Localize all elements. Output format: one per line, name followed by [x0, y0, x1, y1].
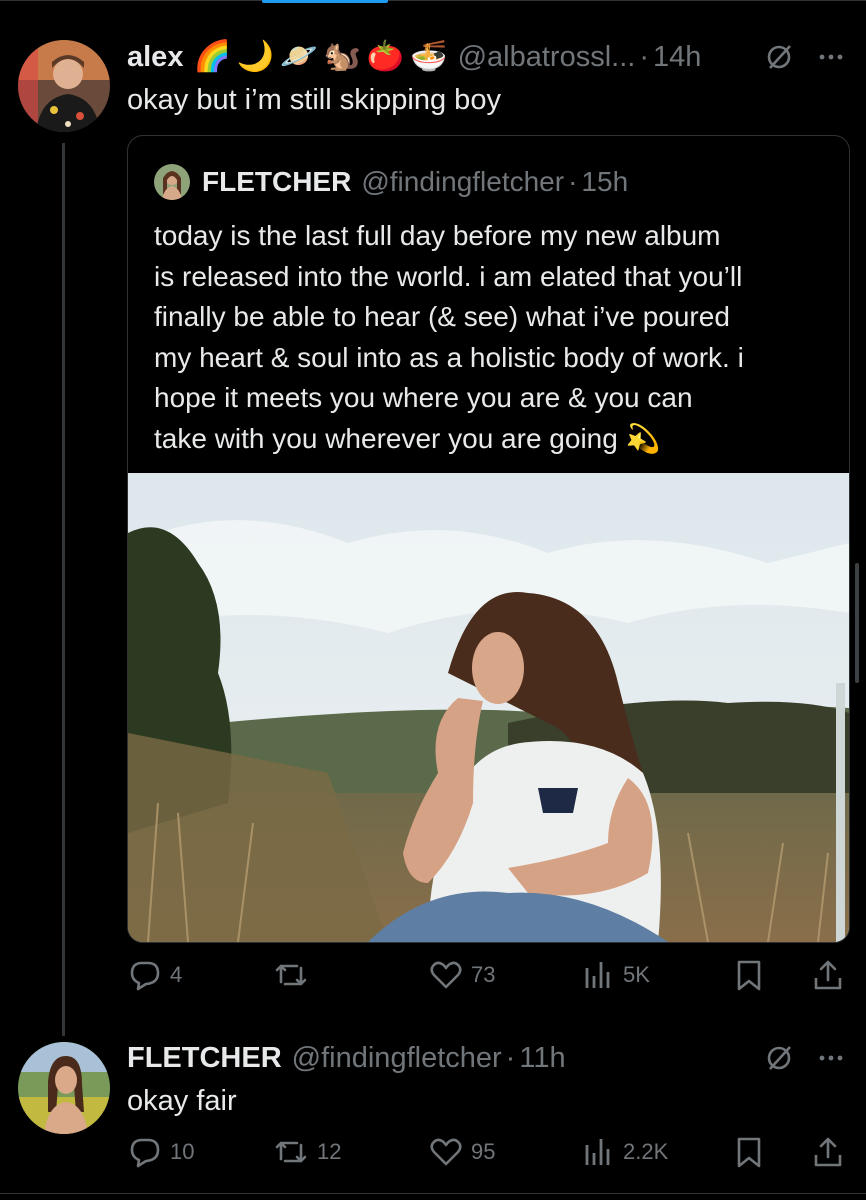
like-count: 95: [471, 1139, 496, 1164]
reply-bubble-icon: [128, 958, 162, 992]
views-count: 2.2K: [623, 1139, 669, 1164]
quoted-text-line: take with you wherever you are going 💫: [154, 419, 844, 460]
tweet-text: okay but i’m still skipping boy: [127, 84, 501, 116]
reply-header-icons: [764, 1043, 846, 1078]
dizzy-emoji: 💫: [625, 422, 661, 454]
reply-bubble-icon: [128, 1135, 162, 1169]
grok-slash-icon[interactable]: [764, 42, 794, 77]
tweet-header: alex 🌈 🌙 🪐 🐿️ 🍅 🍜 @albatrossl... · 14h: [127, 38, 701, 76]
quoted-photo[interactable]: [128, 473, 849, 942]
quoted-text-line: is released into the world. i am elated …: [154, 260, 743, 292]
tweet-time[interactable]: 14h: [653, 41, 701, 74]
active-tab-indicator: [262, 0, 388, 3]
planet-emoji: 🪐: [280, 40, 318, 73]
author-handle[interactable]: @albatrossl...: [458, 41, 636, 74]
bookmark-action[interactable]: [734, 1135, 764, 1169]
views-action[interactable]: 2.2K: [583, 1135, 668, 1169]
thread-connector-line: [62, 143, 65, 1036]
quoted-header: FLETCHER @findingfletcher · 15h: [202, 164, 628, 200]
quoted-tweet-card[interactable]: FLETCHER @findingfletcher · 15h today is…: [127, 135, 850, 943]
quoted-text-line: finally be able to hear (& see) what i’v…: [154, 301, 730, 332]
bookmark-action[interactable]: [734, 958, 764, 992]
views-action[interactable]: 5K: [583, 958, 650, 992]
quoted-separator-dot: ·: [568, 166, 578, 197]
heart-icon: [429, 1135, 463, 1169]
reply-separator-dot: ·: [505, 1041, 516, 1074]
quoted-author-name[interactable]: FLETCHER: [202, 166, 351, 198]
tomato-emoji: 🍅: [366, 40, 405, 73]
reply-header: FLETCHER @findingfletcher · 11h: [127, 1038, 566, 1078]
heart-icon: [429, 958, 463, 992]
rainbow-emoji: 🌈: [193, 40, 231, 73]
tweet-header-icons: [764, 42, 846, 77]
reply-time[interactable]: 11h: [519, 1042, 565, 1075]
share-action[interactable]: [812, 958, 844, 992]
bookmark-icon: [734, 1135, 764, 1169]
author-name[interactable]: alex: [127, 41, 183, 74]
more-horizontal-icon[interactable]: [816, 42, 846, 77]
repost-arrows-icon: [273, 958, 309, 992]
quoted-text-line: today is the last full day before my new…: [154, 220, 721, 251]
avatar-fletcher-small: [154, 164, 190, 200]
quoted-author-handle[interactable]: @findingfletcher: [361, 166, 564, 198]
reply-count: 10: [170, 1139, 195, 1164]
reply-author-name[interactable]: FLETCHER: [127, 1042, 282, 1075]
reply-author-handle[interactable]: @findingfletcher: [292, 1042, 502, 1075]
like-count: 73: [471, 962, 496, 987]
avatar-fletcher[interactable]: [18, 1042, 110, 1134]
separator-dot: ·: [639, 40, 650, 73]
reply-action[interactable]: 4: [128, 958, 182, 992]
quoted-text-line: my heart & soul into as a holistic body …: [154, 341, 744, 373]
moon-emoji: 🌙: [236, 40, 275, 73]
repost-action[interactable]: [273, 958, 317, 992]
quoted-text-last-line: take with you wherever you are going: [154, 422, 618, 454]
repost-action[interactable]: 12: [273, 1135, 341, 1169]
repost-count: 12: [317, 1139, 342, 1164]
avatar-alex[interactable]: [18, 40, 110, 132]
share-upload-icon: [812, 1135, 844, 1169]
repost-arrows-icon: [273, 1135, 309, 1169]
noodles-emoji: 🍜: [410, 40, 448, 73]
views-bars-icon: [583, 958, 615, 992]
like-action[interactable]: 95: [429, 1135, 495, 1169]
views-count: 5K: [623, 962, 650, 987]
bookmark-icon: [734, 958, 764, 992]
author-emoji-list: 🌈 🌙 🪐 🐿️ 🍅 🍜: [193, 42, 453, 72]
share-upload-icon: [812, 958, 844, 992]
grok-slash-icon[interactable]: [764, 1043, 794, 1078]
reply-count: 4: [170, 962, 183, 987]
scrollbar-thumb[interactable]: [855, 563, 859, 683]
share-action[interactable]: [812, 1135, 844, 1169]
like-action[interactable]: 73: [429, 958, 495, 992]
reply-action[interactable]: 10: [128, 1135, 194, 1169]
quoted-text: today is the last full day before my new…: [154, 216, 844, 459]
quoted-time[interactable]: 15h: [581, 166, 628, 198]
more-horizontal-icon[interactable]: [816, 1043, 846, 1078]
top-divider: [0, 0, 866, 1]
chipmunk-emoji: 🐿️: [323, 40, 361, 73]
bottom-divider: [0, 1193, 866, 1194]
views-bars-icon: [583, 1135, 615, 1169]
quoted-text-line: hope it meets you where you are & you ca…: [154, 382, 693, 413]
reply-text: okay fair: [127, 1085, 237, 1117]
